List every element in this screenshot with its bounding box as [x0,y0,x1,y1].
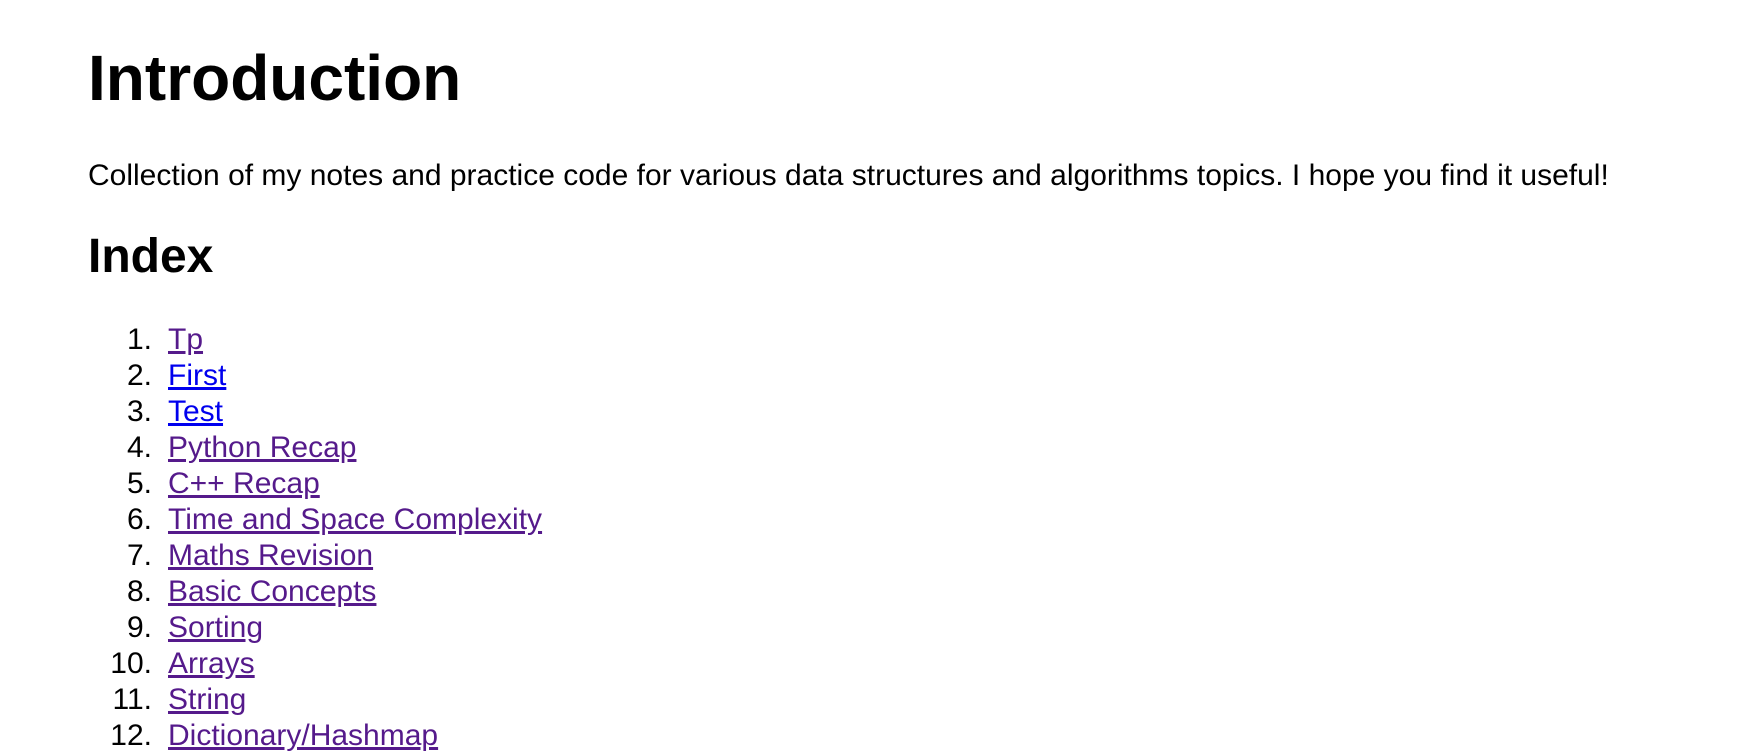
item-number: 1. [126,323,152,356]
link-test[interactable]: Test [168,394,223,430]
item-number: 11. [112,683,152,716]
link-basic-concepts[interactable]: Basic Concepts [168,574,376,610]
link-maths-revision[interactable]: Maths Revision [168,538,373,574]
link-arrays[interactable]: Arrays [168,646,255,682]
item-number: 8. [126,575,152,608]
link-python-recap[interactable]: Python Recap [168,430,356,466]
item-number: 12. [110,719,152,752]
intro-paragraph: Collection of my notes and practice code… [88,159,1609,192]
item-number: 9. [126,611,152,644]
link-tp[interactable]: Tp [168,322,203,358]
item-number: 10. [110,647,152,680]
link-first[interactable]: First [168,358,226,394]
item-number: 5. [126,467,152,500]
page-title: Introduction [88,42,462,114]
link-time-space-complexity[interactable]: Time and Space Complexity [168,502,542,538]
link-sorting[interactable]: Sorting [168,610,263,646]
link-dictionary-hashmap[interactable]: Dictionary/Hashmap [168,718,438,754]
link-cpp-recap[interactable]: C++ Recap [168,466,320,502]
item-number: 3. [126,395,152,428]
link-string[interactable]: String [168,682,246,718]
item-number: 6. [126,503,152,536]
item-number: 4. [126,431,152,464]
item-number: 2. [126,359,152,392]
index-heading: Index [88,230,214,283]
item-number: 7. [126,539,152,572]
